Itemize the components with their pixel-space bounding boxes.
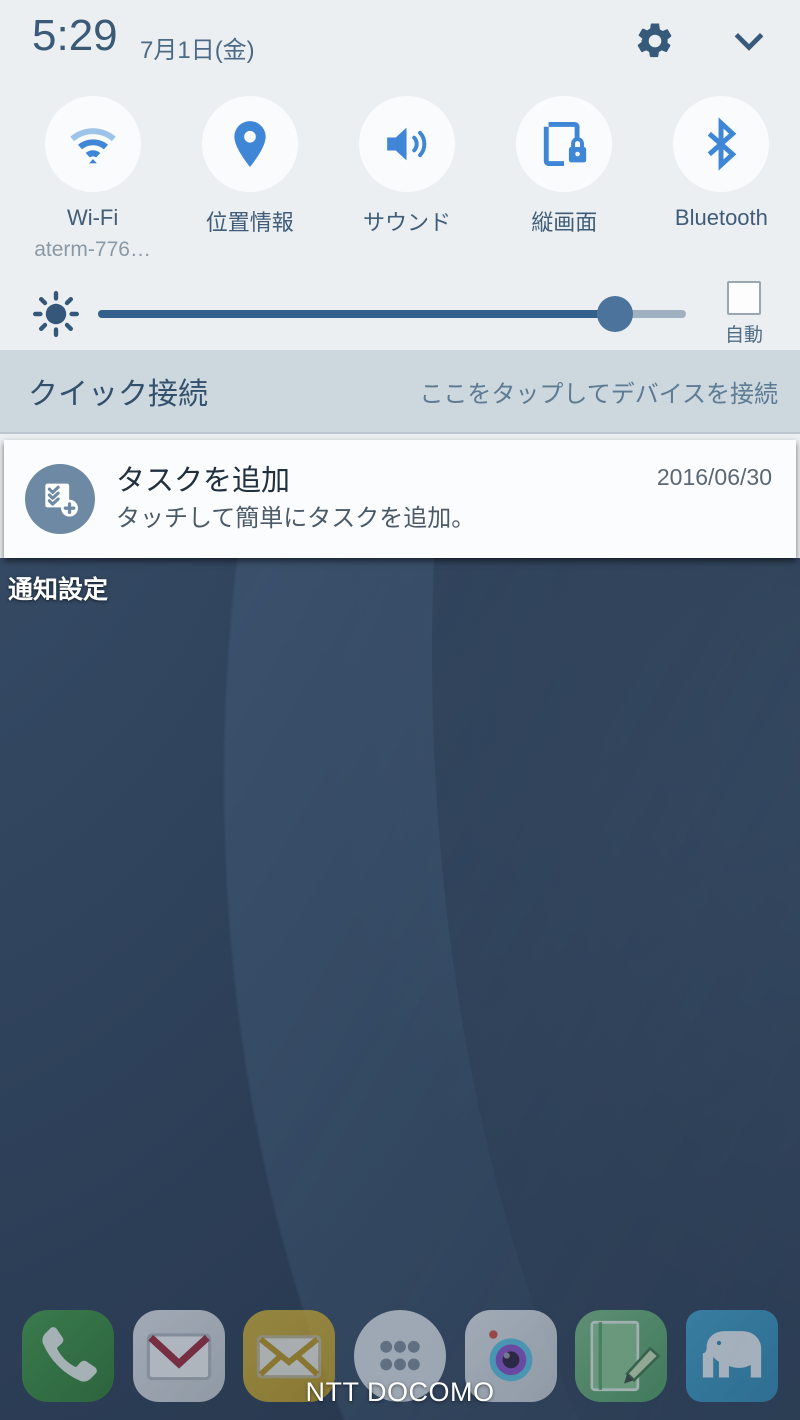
toggle-bluetooth-label: Bluetooth [674, 205, 768, 230]
brightness-row: 自動 [0, 278, 800, 350]
dock-item-memo[interactable] [575, 1310, 668, 1402]
toggle-wifi-label: Wi-Fi [66, 205, 119, 230]
notification-body: タッチして簡単にタスクを追加。 [116, 505, 476, 533]
toggle-location[interactable]: 位置情報 [171, 88, 328, 237]
toggle-screen-rotation-circle [516, 96, 613, 192]
brightness-icon-wrap [28, 290, 84, 338]
toggle-sound-circle [359, 96, 455, 192]
header-actions [630, 16, 774, 66]
screen-rotation-lock-icon [544, 121, 587, 167]
envelope-red-icon [146, 1333, 211, 1381]
apps-grid-icon [380, 1340, 420, 1371]
elephant-icon [702, 1331, 762, 1378]
collapse-shade-button[interactable] [724, 16, 774, 66]
speaker-volume-icon [387, 127, 427, 161]
toggle-location-label: 位置情報 [205, 210, 294, 235]
auto-brightness-label: 自動 [724, 325, 763, 346]
notification-text: タスクを追加 タッチして簡単にタスクを追加。 [116, 465, 657, 533]
toggle-screen-rotation[interactable]: 縦画面 [486, 88, 643, 237]
phone-handset-icon [42, 1327, 97, 1382]
quick-connect-title: クイック接続 [28, 378, 208, 411]
toggle-bluetooth[interactable]: Bluetooth [643, 88, 800, 231]
settings-button[interactable] [630, 16, 680, 66]
notification-icon-wrap [4, 464, 116, 534]
toggle-sound[interactable]: サウンド [328, 88, 485, 237]
task-add-icon [45, 483, 78, 517]
toggle-screen-rotation-label: 縦画面 [531, 210, 598, 235]
notification-title: タスクを追加 [116, 465, 291, 498]
camera-icon [488, 1330, 533, 1382]
envelope-gold-icon [257, 1335, 322, 1379]
quick-toggles-row: Wi-Fi aterm-776… 位置情報 サウンド 縦画面 Bluetooth [0, 88, 800, 278]
brightness-slider[interactable] [98, 294, 686, 334]
quick-connect-bar[interactable]: クイック接続 ここをタップしてデバイスを接続 [0, 350, 800, 434]
toggle-wifi[interactable]: Wi-Fi aterm-776… [14, 88, 171, 262]
wifi-icon [69, 128, 116, 164]
dock-item-phone[interactable] [22, 1310, 114, 1402]
toggle-location-circle [201, 96, 298, 192]
toggle-wifi-ssid: aterm-776… [34, 238, 151, 261]
dock-item-mail[interactable] [243, 1310, 336, 1402]
toggle-sound-label: サウンド [363, 210, 452, 235]
notification-shade-panel: 5:29 7月1日(金) Wi-Fi aterm-776… 位置情報 サウンド … [0, 0, 800, 558]
status-date: 7月1日(金) [140, 37, 255, 64]
location-pin-icon [234, 121, 266, 167]
gear-icon [637, 23, 672, 58]
dock-item-evernote[interactable] [685, 1310, 778, 1402]
brightness-sun-icon [33, 291, 79, 337]
dock-item-app-drawer[interactable] [353, 1310, 446, 1402]
notification-item[interactable]: タスクを追加 タッチして簡単にタスクを追加。 2016/06/30 [4, 440, 796, 558]
status-clock: 5:29 [32, 11, 118, 60]
toggle-wifi-circle [44, 96, 141, 192]
dock-item-email[interactable] [132, 1310, 225, 1402]
notification-time: 2016/06/30 [656, 464, 772, 490]
brightness-slider-fill [98, 310, 616, 318]
notebook-pencil-icon [590, 1320, 661, 1392]
toggle-bluetooth-circle [673, 96, 770, 192]
shade-header: 5:29 7月1日(金) [0, 0, 800, 88]
brightness-slider-thumb[interactable] [597, 296, 634, 332]
dock-item-camera[interactable] [464, 1310, 557, 1402]
phone-screen: 5:29 7月1日(金) Wi-Fi aterm-776… 位置情報 サウンド … [0, 0, 800, 1420]
quick-connect-hint: ここをタップしてデバイスを接続 [419, 380, 778, 408]
notification-list: タスクを追加 タッチして簡単にタスクを追加。 2016/06/30 [0, 434, 800, 558]
auto-brightness-checkbox[interactable] [727, 281, 761, 315]
bluetooth-icon [708, 117, 737, 171]
chevron-down-icon [734, 33, 764, 51]
auto-brightness-toggle[interactable]: 自動 [700, 281, 788, 347]
notification-app-icon [25, 464, 95, 534]
home-dock [0, 1292, 800, 1420]
notification-settings-link[interactable]: 通知設定 [8, 570, 108, 606]
